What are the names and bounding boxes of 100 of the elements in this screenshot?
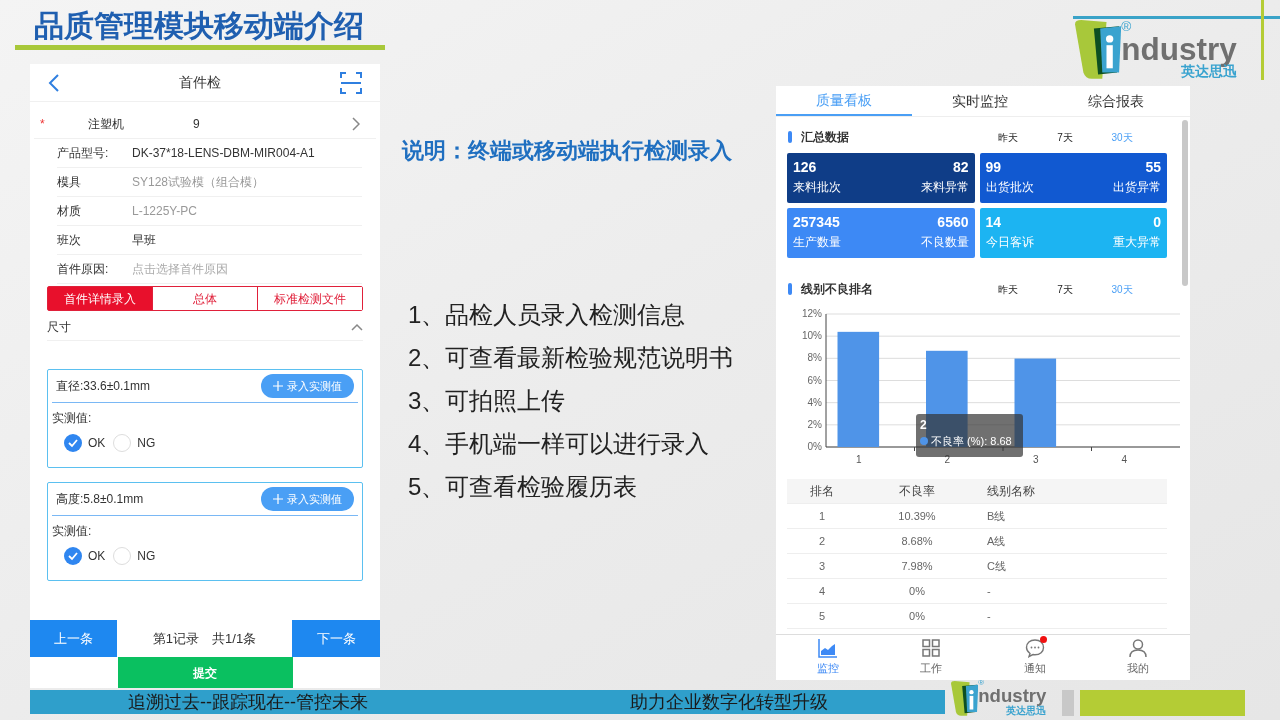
plus-icon (273, 381, 283, 391)
section-header[interactable]: 尺寸 (47, 313, 363, 341)
section-marker (788, 283, 792, 295)
previous-button[interactable]: 上一条 (30, 620, 117, 657)
chevron-right-icon (352, 117, 360, 131)
person-icon (1128, 638, 1149, 659)
axis-tick-label: 1 (855, 454, 862, 465)
field-label: 产品型号: (57, 145, 110, 162)
stat-value: 99 (985, 158, 1003, 177)
section-title: 尺寸 (47, 318, 71, 336)
stat-label: 来料异常 (919, 179, 969, 196)
column-header: 线别名称 (986, 483, 1036, 500)
logo-wordmark: ndustry (978, 687, 1047, 706)
stat-value: 126 (793, 158, 818, 177)
tab[interactable]: 实时监控 (912, 86, 1048, 116)
table-cell-text: - (986, 583, 992, 599)
value-label: 实测值: (52, 410, 93, 427)
axis-tick-label: 4 (1121, 454, 1128, 465)
field-label: 注塑机 (88, 116, 125, 133)
nav-item[interactable]: 工作 (879, 635, 983, 680)
logo-icon (1075, 20, 1122, 79)
registered-mark: ® (1121, 20, 1132, 34)
axis-tick-label: 0% (807, 441, 822, 452)
machine-row[interactable]: * 注塑机 9 (34, 110, 376, 139)
stat-value: 0 (1152, 213, 1161, 232)
stat-value: 55 (1144, 158, 1161, 177)
stat-label: 生产数量 (793, 234, 842, 251)
tab[interactable]: 综合报表 (1048, 86, 1184, 116)
column-header: 排名 (809, 483, 835, 500)
radio-option[interactable]: NG (113, 547, 156, 565)
table-cell-text: - (986, 608, 992, 624)
field-label: 材质 (57, 203, 82, 220)
scan-icon[interactable] (340, 71, 362, 94)
nav-item[interactable]: 通知 (983, 635, 1087, 680)
stat-label: 出货异常 (1112, 179, 1161, 196)
plus-icon (273, 494, 283, 504)
table-cell-text: C线 (986, 558, 1007, 574)
period-tab[interactable]: 7天 (1044, 129, 1086, 145)
axis-tick-label: 6% (807, 374, 822, 386)
section-title: 汇总数据 (801, 129, 850, 146)
value-label: 实测值: (52, 523, 93, 540)
tooltip-text: 不良率 (%): 8.68 (931, 434, 1012, 449)
table-cell-text: 2 (817, 533, 827, 549)
description-heading: 说明：终端或移动端执行检测录入 (402, 137, 732, 165)
footer-slogan: 追溯过去--跟踪现在--管控未来 (128, 690, 368, 714)
stat-label: 不良数量 (919, 234, 969, 251)
period-tab[interactable]: 昨天 (987, 281, 1029, 297)
slide-title: 品质管理模块移动端介绍 (34, 8, 364, 44)
screen-title: 首件检 (179, 73, 221, 92)
nav-item[interactable]: 监控 (776, 635, 880, 680)
field-label: 班次 (57, 232, 82, 249)
stat-value: 82 (951, 158, 969, 177)
axis-tick-label: 4% (807, 396, 822, 408)
table-cell-text: 3 (817, 558, 827, 574)
axis-tick-label: 12% (802, 308, 822, 319)
table-cell-text: 0% (908, 583, 926, 599)
axis-tick-label: 2 (944, 454, 951, 465)
radio-option[interactable]: OK (64, 547, 106, 565)
table-cell-text: A线 (986, 533, 1007, 549)
spec-label: 直径:33.6±0.1mm (56, 378, 150, 395)
point-text: 5、可查看检验履历表 (408, 472, 639, 502)
scrollbar[interactable] (1182, 120, 1188, 286)
section-marker (788, 131, 792, 143)
stat-label: 今日客诉 (985, 234, 1035, 251)
field-value: DK-37*18-LENS-DBM-MIR004-A1 (132, 145, 315, 162)
tooltip-title: 2 (920, 417, 928, 433)
section-title: 线别不良排名 (801, 281, 874, 298)
grid-icon (921, 638, 942, 659)
required-mark: * (40, 116, 46, 133)
axis-tick-label: 3 (1032, 454, 1039, 465)
stat-label: 出货批次 (985, 179, 1035, 196)
axis-tick-label: 10% (802, 330, 822, 342)
radio-option[interactable]: OK (64, 434, 106, 452)
stat-label: 重大异常 (1112, 234, 1161, 251)
logo-subtitle: 英达思迅 (1006, 705, 1047, 716)
footer-slogan: 助力企业数字化转型升级 (630, 690, 828, 714)
field-value: 早班 (132, 232, 156, 249)
chart-icon (817, 638, 838, 659)
stat-value: 14 (985, 213, 1003, 232)
logo-subtitle: 英达思迅 (1180, 65, 1237, 79)
next-button[interactable]: 下一条 (292, 620, 380, 657)
period-tab[interactable]: 昨天 (987, 129, 1029, 145)
point-text: 2、可查看最新检验规范说明书 (408, 343, 734, 373)
table-cell-text: 0% (908, 608, 926, 624)
nav-item[interactable]: 我的 (1086, 635, 1190, 680)
field-label: 模具 (57, 174, 82, 191)
chat-icon (1024, 638, 1045, 659)
period-tab[interactable]: 7天 (1044, 281, 1086, 297)
back-icon[interactable] (48, 72, 60, 93)
table-cell-text: 1 (817, 508, 827, 524)
axis-tick-label: 2% (807, 418, 822, 430)
point-text: 3、可拍照上传 (408, 386, 567, 416)
notification-badge (1039, 636, 1047, 644)
radio-option[interactable]: NG (113, 434, 156, 452)
tab[interactable]: 标准检测文件 (257, 287, 362, 310)
stat-value: 6560 (936, 213, 969, 232)
column-header: 不良率 (898, 483, 936, 500)
field-label: 首件原因: (57, 261, 110, 278)
table-cell-text: 4 (817, 583, 827, 599)
tab[interactable]: 首件详情录入 (48, 287, 152, 310)
